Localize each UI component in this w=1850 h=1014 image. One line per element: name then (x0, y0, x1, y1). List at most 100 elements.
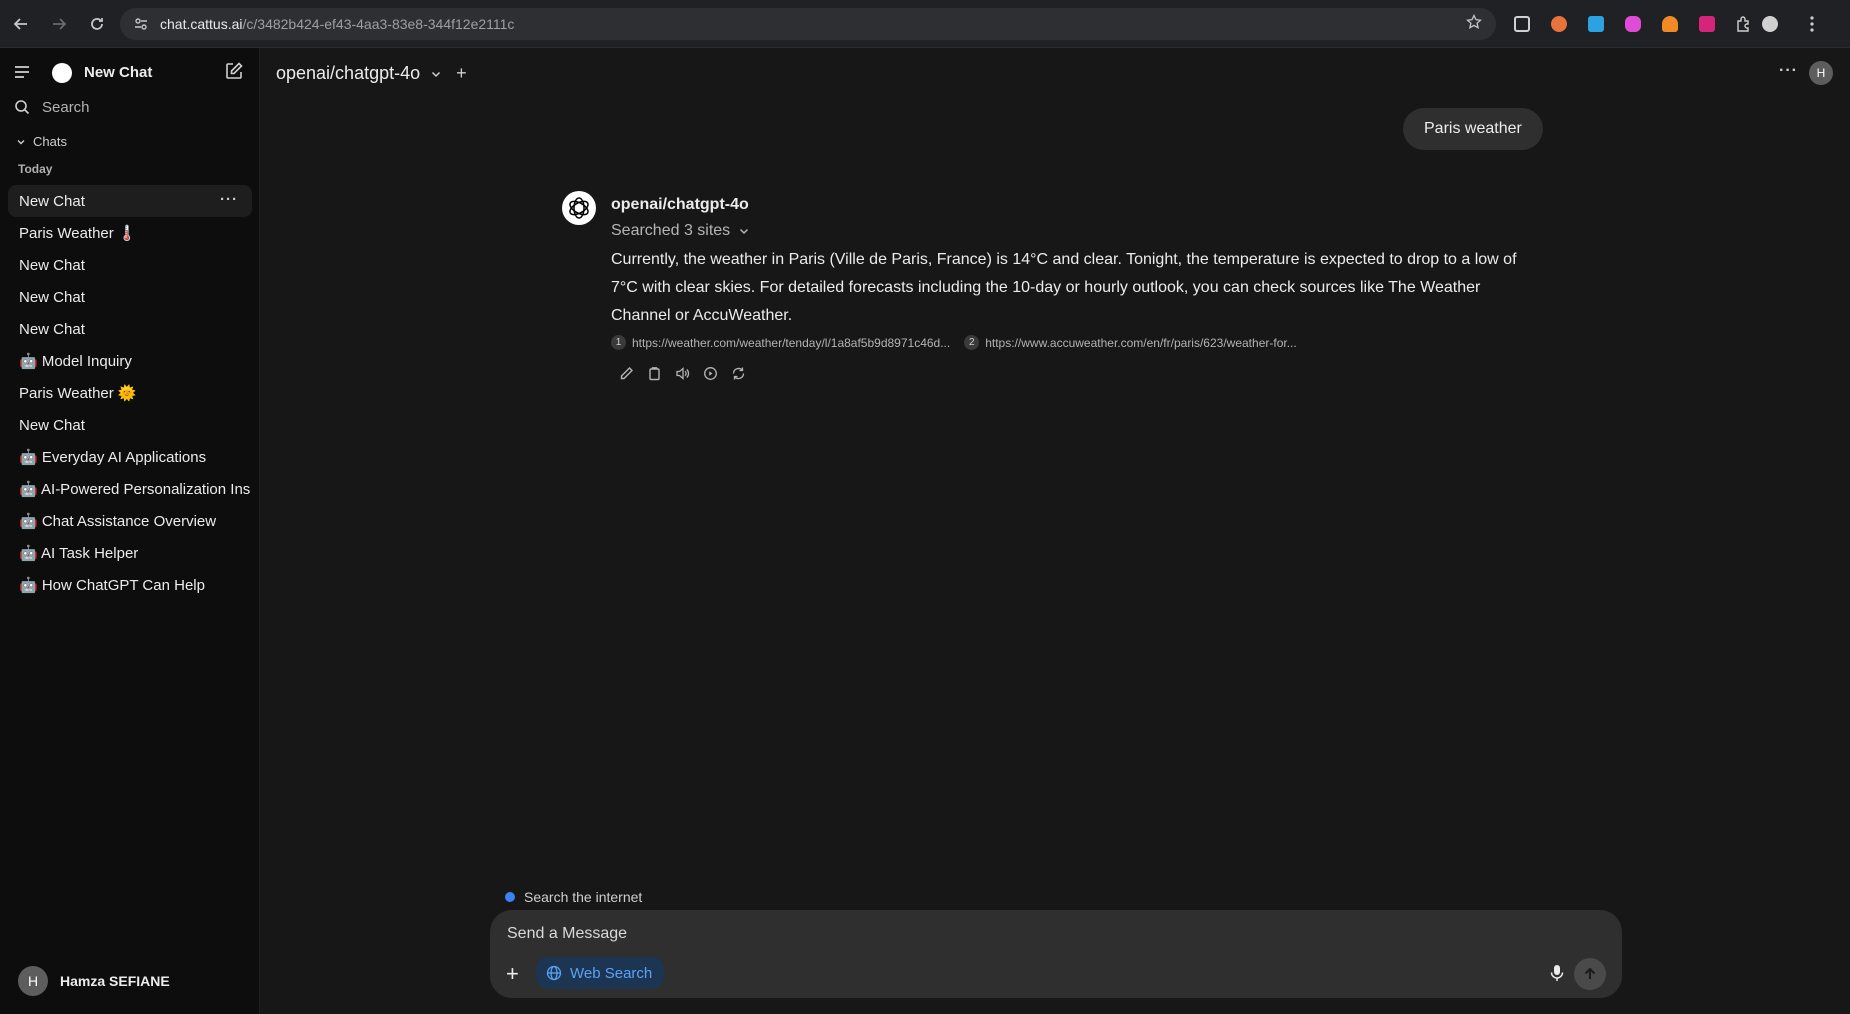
chat-item-label: 🤖 How ChatGPT Can Help (19, 577, 205, 594)
chat-list-item[interactable]: 🤖 AI Task Helper (8, 537, 252, 569)
chat-list-item[interactable]: 🤖 Everyday AI Applications (8, 441, 252, 473)
bookmark-star-icon[interactable] (1465, 13, 1483, 35)
new-chat-pencil-icon[interactable] (224, 61, 244, 86)
source-url: https://weather.com/weather/tenday/l/1a8… (632, 335, 951, 350)
user-profile[interactable]: H Hamza SEFIANE (18, 966, 170, 996)
chat-list-item[interactable]: New Chat ··· (8, 185, 252, 217)
chat-item-label: Paris Weather 🌞 (19, 385, 137, 402)
chevron-down-icon (432, 71, 441, 77)
chat-list-item[interactable]: New Chat (8, 249, 252, 281)
site-info-icon[interactable] (130, 13, 152, 35)
search-icon (15, 100, 30, 115)
profile-icon[interactable] (1756, 10, 1784, 38)
back-icon[interactable] (4, 7, 38, 41)
chat-item-label: 🤖 Chat Assistance Overview (19, 513, 217, 530)
chat-item-label: New Chat (19, 192, 85, 210)
reload-icon[interactable] (80, 7, 114, 41)
more-options-icon[interactable]: ··· (220, 191, 238, 208)
avatar: H (18, 966, 48, 996)
user-message: Paris weather (1403, 108, 1543, 150)
model-selector[interactable]: openai/chatgpt-4o + (276, 63, 467, 84)
message-composer: + Web Search (490, 910, 1622, 998)
read-aloud-speaker-icon[interactable] (673, 364, 691, 382)
chats-section-toggle[interactable]: Chats (16, 134, 67, 149)
dollar-extension-icon[interactable] (1693, 10, 1721, 38)
search-internet-indicator: Search the internet (505, 889, 642, 905)
translate-extension-icon[interactable] (1508, 10, 1536, 38)
main-panel: openai/chatgpt-4o + ··· H Paris weather … (261, 48, 1850, 1014)
sidebar: New Chat Chats Today New Chat ··· Paris … (0, 48, 260, 1014)
copy-clipboard-icon[interactable] (645, 364, 663, 382)
message-input[interactable] (507, 925, 1507, 943)
forward-icon[interactable] (42, 7, 76, 41)
model-name: openai/chatgpt-4o (276, 63, 421, 83)
url-text: chat.cattus.ai/c/3482b424-ef43-4aa3-83e8… (160, 16, 514, 32)
address-bar[interactable]: chat.cattus.ai/c/3482b424-ef43-4aa3-83e8… (120, 8, 1496, 40)
source-link[interactable]: 1 https://weather.com/weather/tenday/l/1… (611, 335, 950, 350)
chat-list-item[interactable]: Paris Weather 🌡️ (8, 217, 252, 249)
chat-item-label: 🤖 AI Task Helper (19, 545, 139, 562)
assistant-name: openai/chatgpt-4o (611, 196, 749, 213)
chat-item-label: 🤖 AI-Powered Personalization Ins (19, 481, 251, 498)
web-search-button[interactable]: Web Search (536, 957, 665, 989)
status-dot (505, 892, 515, 902)
extensions-bar (1508, 10, 1758, 38)
browser-toolbar: chat.cattus.ai/c/3482b424-ef43-4aa3-83e8… (0, 0, 1850, 48)
chat-item-label: Paris Weather 🌡️ (19, 225, 137, 242)
message-actions (617, 364, 747, 382)
source-number: 1 (611, 335, 626, 350)
source-url: https://www.accuweather.com/en/fr/paris/… (985, 335, 1297, 350)
more-options-icon[interactable]: ··· (1779, 62, 1798, 80)
searched-sites-toggle[interactable]: Searched 3 sites (611, 222, 750, 240)
chat-list-item[interactable]: 🤖 Model Inquiry (8, 345, 252, 377)
search-internet-label: Search the internet (524, 889, 643, 905)
chat-list-item[interactable]: New Chat (8, 409, 252, 441)
chat-list-item[interactable]: 🤖 AI-Powered Personalization Ins (8, 473, 252, 505)
chat-list-item[interactable]: Paris Weather 🌞 (8, 377, 252, 409)
sidebar-toggle-icon[interactable] (12, 62, 32, 87)
chat-item-label: New Chat (19, 416, 85, 434)
profile-area (1756, 10, 1826, 38)
chat-item-label: New Chat (19, 288, 85, 306)
sidebar-new-chat-title[interactable]: New Chat (84, 64, 152, 81)
play-circle-icon[interactable] (701, 364, 719, 382)
source-link[interactable]: 2 https://www.accuweather.com/en/fr/pari… (964, 335, 1297, 350)
searched-label: Searched 3 sites (611, 222, 731, 239)
arrow-up-icon (1584, 967, 1596, 979)
web-search-label: Web Search (570, 964, 653, 982)
person-extension-icon[interactable] (1656, 10, 1684, 38)
globe-icon (546, 965, 562, 981)
chat-item-label: 🤖 Everyday AI Applications (19, 449, 207, 466)
url-path: /c/3482b424-ef43-4aa3-83e8-344f12e2111c (242, 16, 515, 32)
send-button[interactable] (1574, 958, 1606, 990)
browser-menu-icon[interactable] (1798, 10, 1826, 38)
square-extension-icon[interactable] (1582, 10, 1610, 38)
sidebar-search[interactable] (14, 95, 244, 119)
assistant-answer: Currently, the weather in Paris (Ville d… (611, 251, 1517, 324)
source-number: 2 (964, 335, 980, 350)
openai-logo-icon (562, 191, 596, 225)
video-extension-icon[interactable] (1619, 10, 1647, 38)
avatar[interactable]: H (1809, 61, 1833, 85)
chat-item-label: New Chat (19, 320, 85, 338)
chevron-down-icon (740, 228, 749, 235)
chevron-down-icon (17, 139, 25, 144)
chat-item-label: 🤖 Model Inquiry (19, 353, 132, 370)
chat-list-item[interactable]: 🤖 How ChatGPT Can Help (8, 569, 252, 601)
url-domain: chat.cattus.ai (160, 16, 243, 32)
regenerate-icon[interactable] (729, 364, 747, 382)
chats-section-label: Chats (33, 134, 67, 149)
chat-list-item[interactable]: 🤖 Chat Assistance Overview (8, 505, 252, 537)
chat-item-label: New Chat (19, 256, 85, 274)
edit-pencil-icon[interactable] (617, 364, 635, 382)
chat-list-item[interactable]: New Chat (8, 281, 252, 313)
puzzle-extensions-icon[interactable] (1730, 10, 1758, 38)
fox-extension-icon[interactable] (1545, 10, 1573, 38)
search-input[interactable] (42, 98, 232, 116)
add-model-button[interactable]: + (456, 63, 467, 84)
microphone-icon[interactable] (1548, 963, 1566, 988)
app-logo (52, 63, 72, 83)
source-links: 1 https://weather.com/weather/tenday/l/1… (611, 335, 1297, 350)
chat-list-item[interactable]: New Chat (8, 313, 252, 345)
attach-plus-icon[interactable]: + (506, 963, 519, 985)
